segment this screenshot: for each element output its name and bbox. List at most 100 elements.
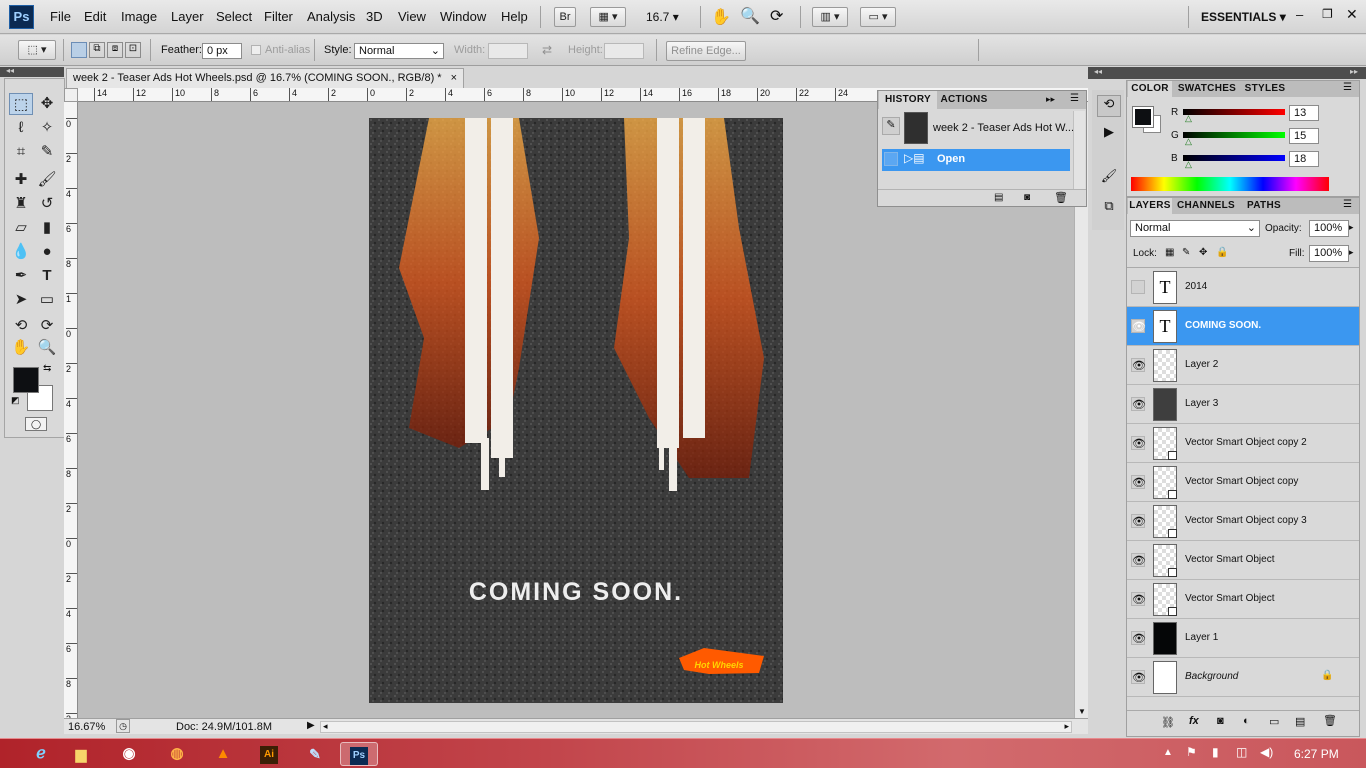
eyedropper-icon[interactable]: ✎: [35, 141, 59, 163]
rotate-view-icon[interactable]: ⟳: [770, 6, 783, 26]
crop-tool-icon[interactable]: ⌗: [9, 141, 33, 163]
marquee-tool-icon[interactable]: ⬚: [9, 93, 33, 115]
red-slider[interactable]: [1183, 109, 1285, 115]
green-slider[interactable]: [1183, 132, 1285, 138]
illustrator-taskbar-icon[interactable]: Ai: [250, 742, 288, 766]
zoom-level[interactable]: 16.7 ▾: [646, 10, 679, 24]
layer-thumbnail[interactable]: [1153, 544, 1177, 577]
menu-filter[interactable]: Filter: [264, 9, 293, 24]
ruler-origin[interactable]: [64, 88, 78, 102]
paint-taskbar-icon[interactable]: ✎: [296, 742, 334, 766]
layer-row[interactable]: 👁 Background 🔒: [1127, 658, 1359, 697]
clone-source-panel-icon[interactable]: ⧉: [1097, 198, 1121, 220]
history-scrollbar[interactable]: [1073, 111, 1085, 189]
volume-icon[interactable]: ◀): [1260, 745, 1273, 759]
vertical-ruler[interactable]: 024681024682024683: [64, 102, 78, 718]
shape-tool-icon[interactable]: ▭: [35, 289, 59, 311]
layer-style-icon[interactable]: fx: [1189, 715, 1199, 727]
height-input[interactable]: [604, 43, 644, 59]
history-panel-icon[interactable]: ⟲: [1097, 95, 1121, 117]
panel-menu-icon[interactable]: ☰: [1343, 199, 1352, 210]
refine-edge-button[interactable]: Refine Edge...: [666, 41, 746, 61]
swap-colors-icon[interactable]: ⇆: [43, 363, 51, 374]
add-selection-icon[interactable]: ⧉: [89, 42, 105, 58]
visibility-eye-icon[interactable]: 👁: [1131, 397, 1146, 411]
tab-color[interactable]: COLOR: [1128, 81, 1172, 97]
delete-state-icon[interactable]: 🗑: [1054, 191, 1068, 204]
tab-swatches[interactable]: SWATCHES: [1174, 81, 1240, 97]
style-select[interactable]: Normal ⌄: [354, 43, 444, 59]
layer-thumbnail[interactable]: [1153, 505, 1177, 538]
move-tool-icon[interactable]: ✥: [35, 93, 59, 115]
visibility-eye-icon[interactable]: 👁: [1131, 358, 1146, 372]
horizontal-scrollbar[interactable]: ◂ ▸: [320, 721, 1072, 733]
tab-layers[interactable]: LAYERS: [1128, 198, 1172, 214]
blend-mode-select[interactable]: Normal ⌄: [1130, 220, 1260, 237]
intersect-selection-icon[interactable]: ⊡: [125, 42, 141, 58]
menu-file[interactable]: File: [50, 9, 71, 24]
foreground-swatch[interactable]: [1132, 106, 1154, 128]
photoshop-taskbar-icon[interactable]: Ps: [340, 742, 378, 766]
menu-analysis[interactable]: Analysis: [307, 9, 355, 24]
history-source-checkbox[interactable]: [884, 152, 898, 166]
zoom-tool-icon[interactable]: 🔍: [35, 337, 59, 359]
hand-tool-icon[interactable]: ✋: [9, 337, 33, 359]
new-snapshot-icon[interactable]: ◙: [1024, 192, 1030, 203]
action-center-icon[interactable]: ⚑: [1186, 745, 1197, 759]
scroll-right-icon[interactable]: ▸: [1064, 721, 1069, 732]
firefox-taskbar-icon[interactable]: ◍: [158, 742, 196, 766]
eraser-icon[interactable]: ▱: [9, 217, 33, 239]
menu-3d[interactable]: 3D: [366, 9, 383, 24]
explorer-taskbar-icon[interactable]: ▆: [62, 742, 100, 766]
feather-input[interactable]: 0 px: [202, 43, 242, 59]
lock-pixels-icon[interactable]: ✎: [1182, 247, 1190, 258]
layer-thumbnail[interactable]: [1153, 466, 1177, 499]
lasso-tool-icon[interactable]: ℓ: [9, 117, 33, 139]
new-document-from-state-icon[interactable]: ▤: [994, 192, 1003, 203]
layer-thumbnail[interactable]: [1153, 622, 1177, 655]
status-info-icon[interactable]: ◷: [116, 719, 130, 733]
brushes-panel-icon[interactable]: 🖌: [1097, 168, 1121, 190]
hand-tool-icon[interactable]: ✋: [711, 7, 731, 27]
ie-taskbar-icon[interactable]: ℯ: [22, 742, 60, 766]
layer-row[interactable]: 👁 Layer 1: [1127, 619, 1359, 658]
layer-thumbnail[interactable]: [1153, 349, 1177, 382]
brush-tool-icon[interactable]: 🖌: [35, 169, 59, 191]
blue-value[interactable]: 18: [1289, 151, 1319, 167]
path-selection-icon[interactable]: ➤: [9, 289, 33, 311]
red-slider-thumb-icon[interactable]: △: [1185, 113, 1192, 124]
zoom-tool-icon[interactable]: 🔍: [740, 6, 760, 26]
layer-thumbnail[interactable]: [1153, 661, 1177, 694]
layer-thumbnail[interactable]: T: [1153, 271, 1177, 304]
new-selection-icon[interactable]: [71, 42, 87, 58]
panel-menu-icon[interactable]: ☰: [1343, 82, 1352, 93]
layer-row[interactable]: 👁 T COMING SOON.: [1127, 307, 1359, 346]
layer-thumbnail[interactable]: [1153, 583, 1177, 616]
status-zoom[interactable]: 16.67%: [68, 721, 105, 733]
poster-canvas[interactable]: COMING SOON. Hot Wheels: [369, 118, 783, 703]
adjustment-layer-icon[interactable]: ◐: [1243, 715, 1250, 727]
menu-image[interactable]: Image: [121, 9, 157, 24]
workspace-switcher[interactable]: ESSENTIALS ▾: [1201, 10, 1286, 24]
layer-row[interactable]: 👁 Vector Smart Object: [1127, 580, 1359, 619]
foreground-color-swatch[interactable]: [13, 367, 39, 393]
layer-row[interactable]: 👁 Vector Smart Object copy 2: [1127, 424, 1359, 463]
type-tool-icon[interactable]: T: [35, 265, 59, 287]
document-tab[interactable]: week 2 - Teaser Ads Hot Wheels.psd @ 16.…: [66, 68, 464, 88]
pen-tool-icon[interactable]: ✒: [9, 265, 33, 287]
green-slider-thumb-icon[interactable]: △: [1185, 136, 1192, 147]
antialias-checkbox[interactable]: [251, 45, 261, 55]
layer-row[interactable]: 👁 Layer 3: [1127, 385, 1359, 424]
tools-header[interactable]: ◂◂: [0, 66, 64, 77]
visibility-eye-icon[interactable]: 👁: [1131, 436, 1146, 450]
snapshot-name[interactable]: week 2 - Teaser Ads Hot W...: [933, 122, 1074, 134]
layer-thumbnail[interactable]: [1153, 388, 1177, 421]
scroll-down-icon[interactable]: ▼: [1078, 707, 1086, 716]
menu-layer[interactable]: Layer: [171, 9, 204, 24]
opacity-input[interactable]: 100%: [1309, 220, 1349, 237]
layer-thumbnail[interactable]: [1153, 427, 1177, 460]
tab-history[interactable]: HISTORY: [879, 91, 937, 109]
healing-brush-icon[interactable]: ✚: [9, 169, 33, 191]
green-value[interactable]: 15: [1289, 128, 1319, 144]
bridge-button[interactable]: Br: [554, 7, 576, 27]
